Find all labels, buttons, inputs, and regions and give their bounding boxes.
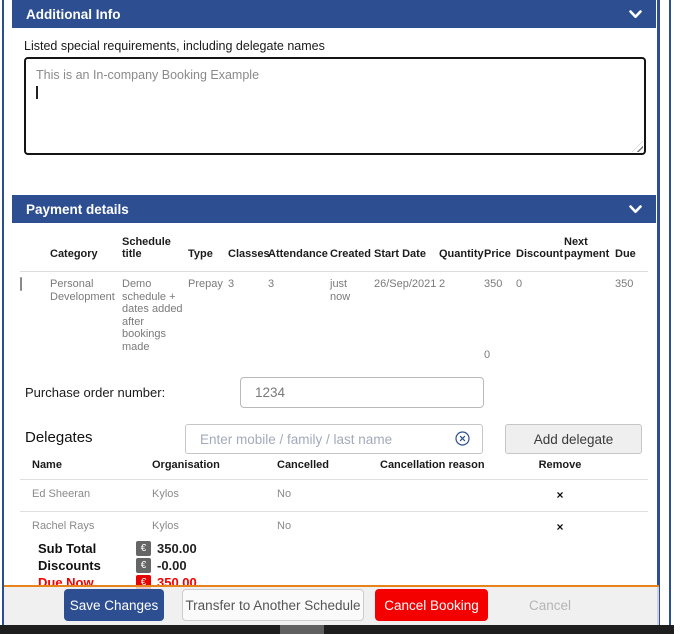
subtotal-label: Sub Total (38, 541, 136, 556)
remove-delegate-icon[interactable]: × (556, 488, 563, 502)
cancel-booking-button[interactable]: Cancel Booking (375, 589, 488, 621)
cell-next-payment (564, 278, 615, 353)
col-type: Type (188, 248, 228, 260)
bookings-table-header-row: Category Schedule title Type Classes Att… (12, 236, 656, 260)
delegate-row: Rachel Rays Kylos No × (12, 512, 656, 543)
col-discount: Discount (516, 248, 564, 260)
cell-cancellation-reason (380, 520, 520, 534)
payment-details-header[interactable]: Payment details (12, 195, 656, 223)
cell-name: Ed Sheeran (12, 488, 152, 502)
col-next-payment: Next payment (564, 236, 615, 260)
cell-cancelled: No (277, 488, 380, 502)
delegate-search-input[interactable] (185, 424, 483, 454)
delegates-table-header-row: Name Organisation Cancelled Cancellation… (12, 459, 656, 479)
col-cancellation-reason: Cancellation reason (380, 459, 520, 471)
cell-type: Prepay (188, 278, 228, 353)
col-start-date: Start Date (374, 248, 439, 260)
scrollbar-thumb[interactable] (280, 625, 324, 634)
cell-cancelled: No (277, 520, 380, 534)
col-created: Created (330, 248, 374, 260)
bookings-table: Category Schedule title Type Classes Att… (12, 236, 656, 260)
remove-delegate-icon[interactable]: × (556, 520, 563, 534)
cell-quantity: 2 (439, 278, 484, 353)
transfer-schedule-button[interactable]: Transfer to Another Schedule (182, 589, 364, 621)
cell-created: just now (330, 278, 374, 353)
delegate-search (185, 424, 483, 454)
cell-attendance: 3 (268, 278, 330, 353)
table-row: Personal Development Demo schedule + dat… (12, 278, 656, 353)
payment-details-title: Payment details (26, 202, 129, 217)
cell-due: 350 (615, 278, 645, 353)
bookings-table-body: Personal Development Demo schedule + dat… (12, 278, 656, 353)
col-cancelled: Cancelled (277, 459, 380, 471)
chevron-down-icon[interactable] (629, 7, 642, 22)
booking-modal: Additional Info Listed special requireme… (0, 0, 681, 634)
cell-cancellation-reason (380, 488, 520, 502)
discounts-value: -0.00 (157, 558, 187, 573)
col-price: Price (484, 248, 516, 260)
purchase-order-label: Purchase order number: (25, 385, 165, 400)
discount-total-value: 0 (484, 349, 490, 361)
cell-start-date: 26/Sep/2021 (374, 278, 439, 353)
text-cursor (36, 86, 38, 99)
additional-info-title: Additional Info (26, 7, 120, 22)
save-changes-button[interactable]: Save Changes (64, 589, 164, 621)
textarea-text: This is an In-company Booking Example (36, 68, 634, 83)
table-divider (20, 271, 648, 272)
additional-info-header[interactable]: Additional Info (12, 0, 656, 28)
col-name: Name (12, 459, 152, 471)
special-requirements-textarea[interactable]: This is an In-company Booking Example (24, 57, 646, 155)
delegates-table: Name Organisation Cancelled Cancellation… (12, 459, 656, 543)
cell-discount: 0 (516, 278, 564, 353)
col-quantity: Quantity (439, 248, 484, 260)
cancel-button[interactable]: Cancel (500, 589, 600, 621)
discounts-label: Discounts (38, 558, 136, 573)
col-schedule-title: Schedule title (122, 236, 188, 260)
cell-organisation: Kylos (152, 520, 277, 534)
special-requirements-label: Listed special requirements, including d… (24, 39, 325, 53)
delegate-row: Ed Sheeran Kylos No × (12, 480, 656, 511)
subtotal-row: Sub Total € 350.00 (38, 541, 197, 556)
cell-classes: 3 (228, 278, 268, 353)
add-delegate-button[interactable]: Add delegate (505, 424, 642, 454)
page-right-border (669, 0, 671, 625)
modal-right-border (657, 0, 660, 625)
delegates-label: Delegates (25, 429, 93, 446)
col-due: Due (615, 248, 645, 260)
col-classes: Classes (228, 248, 268, 260)
clear-search-icon[interactable] (455, 431, 470, 446)
col-category: Category (50, 248, 122, 260)
purchase-order-input[interactable] (240, 377, 484, 408)
discounts-row: Discounts € -0.00 (38, 558, 187, 573)
resize-handle-icon[interactable] (632, 141, 643, 152)
cell-organisation: Kylos (152, 488, 277, 502)
horizontal-scrollbar[interactable] (0, 625, 674, 634)
chevron-down-icon[interactable] (629, 202, 642, 217)
col-organisation: Organisation (152, 459, 277, 471)
euro-currency-icon: € (136, 558, 151, 573)
modal-left-border (2, 0, 4, 625)
cell-price: 350 (484, 278, 516, 353)
euro-currency-icon: € (136, 541, 151, 556)
cell-name: Rachel Rays (12, 520, 152, 534)
col-remove: Remove (520, 459, 600, 471)
booking-row-checkbox[interactable] (20, 277, 22, 291)
col-attendance: Attendance (268, 248, 330, 260)
subtotal-value: 350.00 (157, 541, 197, 556)
cell-schedule-title: Demo schedule + dates added after bookin… (122, 278, 188, 353)
cell-category: Personal Development (50, 278, 122, 353)
